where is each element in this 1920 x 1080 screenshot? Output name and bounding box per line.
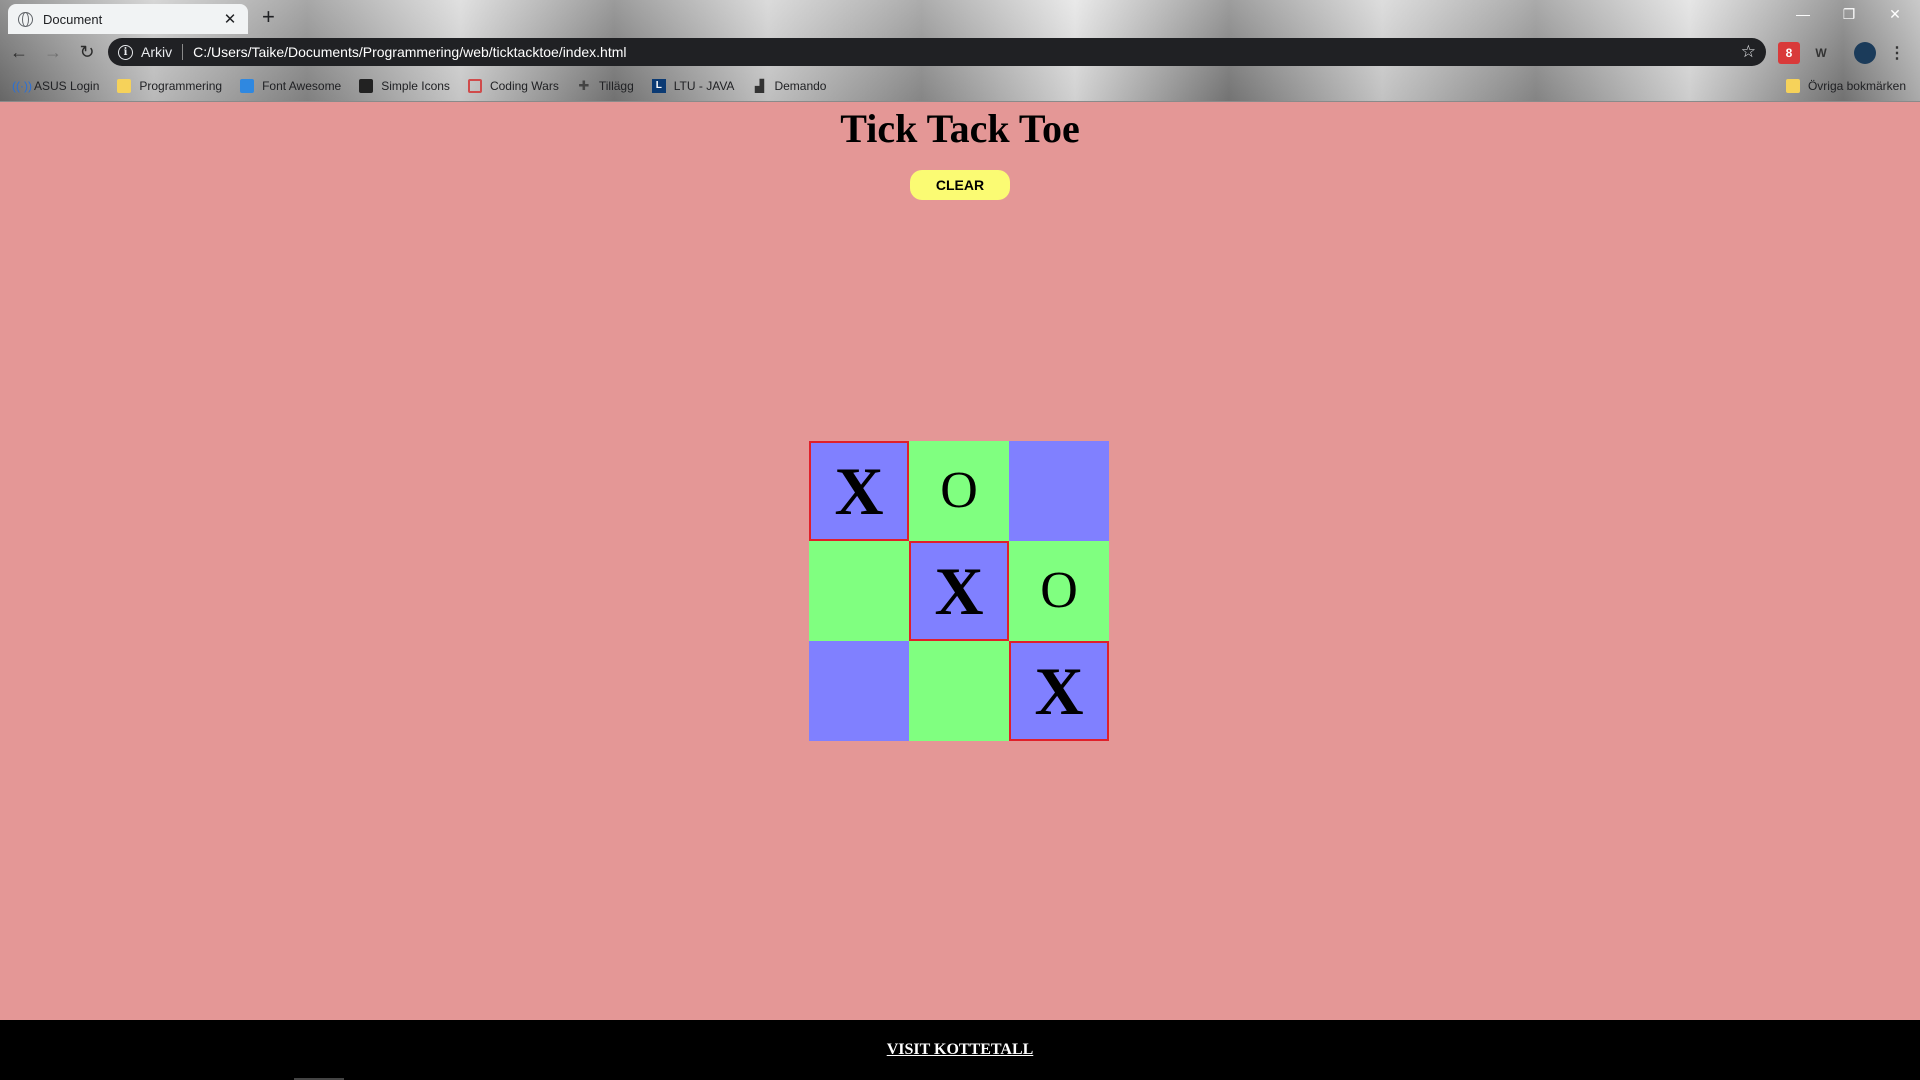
board-cell[interactable] [1009,441,1109,541]
bookmark-simple-icons[interactable]: Simple Icons [359,79,450,93]
flag-icon [240,79,255,93]
address-bar[interactable]: i Arkiv C:/Users/Taike/Documents/Program… [108,38,1766,66]
bookmark-demando[interactable]: ▟ Demando [752,79,827,93]
bookmark-label: LTU - JAVA [673,79,735,93]
new-tab-icon[interactable]: + [262,4,275,30]
close-window-icon[interactable]: ✕ [1872,2,1918,26]
bookmarks-bar: ((·)) ASUS Login Programmering Font Awes… [0,71,1920,101]
board-cell[interactable]: O [909,441,1009,541]
bookmark-font-awesome[interactable]: Font Awesome [240,79,341,93]
x-mark: X [834,453,884,529]
bookmark-label: Demando [774,79,827,93]
bookmark-programmering[interactable]: Programmering [117,79,222,93]
simple-icons-icon [359,79,374,93]
page-title: Tick Tack Toe [840,106,1080,151]
address-separator [182,44,184,60]
profile-avatar[interactable] [1854,42,1876,64]
chrome-divider [0,101,1920,102]
x-mark: X [934,553,984,629]
info-icon[interactable]: i [118,44,133,60]
board-cell[interactable] [909,641,1009,741]
clear-button[interactable]: CLEAR [910,170,1010,200]
bookmark-label: Font Awesome [262,79,342,93]
address-url[interactable]: C:/Users/Taike/Documents/Programmering/w… [193,44,1741,60]
minimize-icon[interactable]: — [1780,2,1826,26]
bookmark-label: Tillägg [598,79,634,93]
o-mark: O [940,462,978,519]
browser-toolbar: ← → ↻ i Arkiv C:/Users/Taike/Documents/P… [0,34,1920,70]
x-mark: X [1034,653,1084,729]
bookmark-asus-login[interactable]: ((·)) ASUS Login [12,79,99,93]
extension-badge: 8 [1785,46,1793,60]
reload-icon[interactable]: ↻ [72,42,102,63]
bookmark-star-icon[interactable]: ☆ [1741,42,1756,62]
forward-icon[interactable]: → [38,42,68,63]
board-cell[interactable] [809,641,909,741]
board-cell[interactable]: X [809,441,909,541]
menu-icon[interactable]: ⋮ [1886,42,1908,64]
tab-title: Document [43,11,103,27]
restore-icon[interactable]: ❐ [1826,2,1872,26]
page-content: Tick Tack Toe CLEAR XOXOX [0,102,1920,1020]
board-cell[interactable]: O [1009,541,1109,641]
ltu-icon: L [651,79,666,93]
bookmark-label: Simple Icons [381,79,450,93]
footer: VISIT KOTTETALL [0,1020,1920,1080]
close-tab-icon[interactable]: ✕ [222,10,238,28]
board-cell[interactable]: X [909,541,1009,641]
chart-icon: ▟ [754,79,765,93]
globe-icon [18,11,33,27]
asus-icon: ((·)) [12,79,32,93]
folder-icon [1785,79,1800,93]
bookmark-coding-wars[interactable]: Coding Wars [467,79,559,93]
extension-mail-icon[interactable]: 8 [1778,42,1800,64]
bookmark-label: Coding Wars [489,79,559,93]
folder-icon [117,79,132,93]
bookmark-label: ASUS Login [34,79,100,93]
coding-wars-icon [467,79,482,93]
extension-w-icon[interactable]: W [1810,42,1832,64]
bookmark-tillagg[interactable]: ✚ Tillägg [577,78,634,94]
bookmark-label: Programmering [139,79,223,93]
game-board: XOXOX [809,441,1110,742]
board-cell[interactable]: X [1009,641,1109,741]
address-label: Arkiv [141,44,173,60]
o-mark: O [1040,562,1078,619]
visit-kottetall-link[interactable]: VISIT KOTTETALL [887,1041,1034,1059]
back-icon[interactable]: ← [4,42,34,63]
browser-tab[interactable]: Document ✕ [8,4,248,34]
puzzle-icon: ✚ [578,78,590,93]
board-cell[interactable] [809,541,909,641]
other-bookmarks[interactable]: Övriga bokmärken [1785,79,1906,93]
other-bookmarks-label: Övriga bokmärken [1807,79,1906,93]
bookmark-ltu-java[interactable]: L LTU - JAVA [651,79,735,93]
